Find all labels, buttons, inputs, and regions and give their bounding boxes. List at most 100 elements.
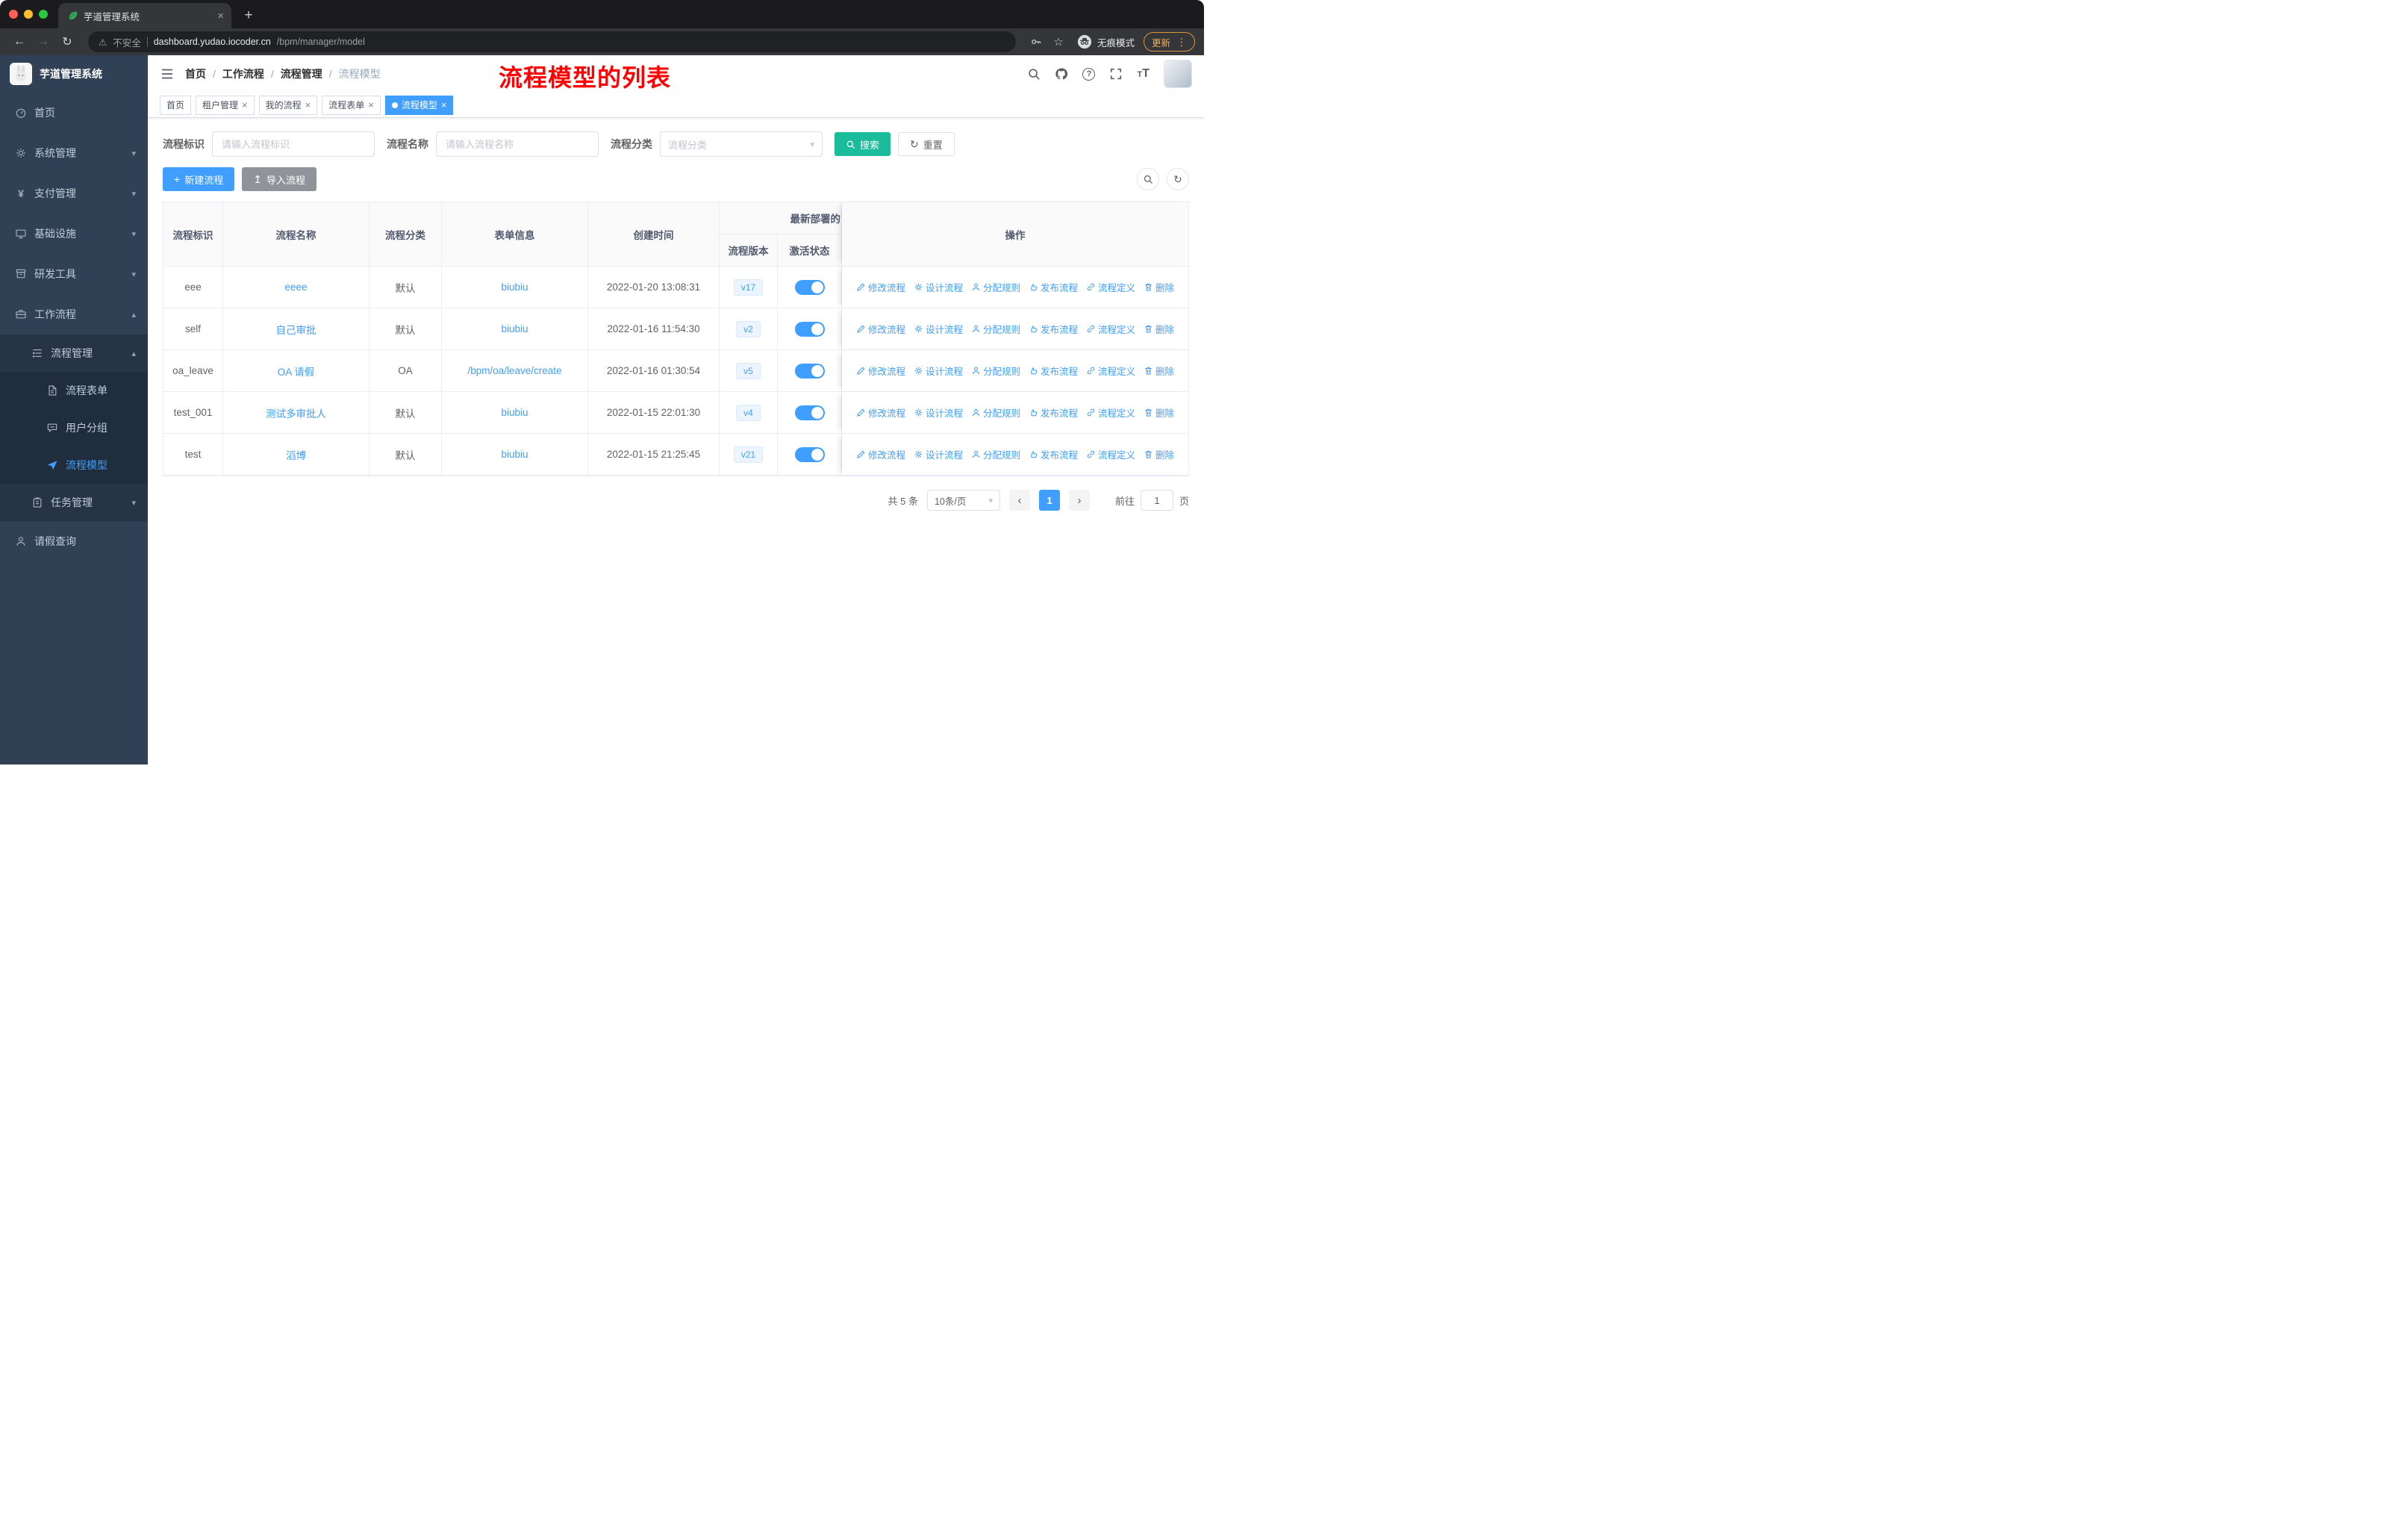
tag-process-model[interactable]: 流程模型 × — [384, 95, 454, 115]
active-status-toggle[interactable] — [794, 363, 825, 379]
flow-definition-link[interactable]: 流程定义 — [1086, 280, 1135, 294]
prev-page-button[interactable]: ‹ — [1008, 490, 1030, 511]
active-status-toggle[interactable] — [794, 321, 825, 337]
design-flow-link[interactable]: 设计流程 — [914, 405, 963, 420]
bookmark-star-icon[interactable]: ☆ — [1049, 35, 1068, 49]
sidebar-item-infra[interactable]: 基础设施 ▾ — [0, 214, 148, 254]
category-select[interactable]: 流程分类 ▾ — [660, 131, 823, 157]
assign-rule-link[interactable]: 分配规则 — [971, 364, 1020, 378]
assign-rule-link[interactable]: 分配规则 — [971, 447, 1020, 461]
design-flow-link[interactable]: 设计流程 — [914, 280, 963, 294]
app-logo[interactable]: 芋道管理系统 — [0, 55, 148, 93]
back-button[interactable]: ← — [9, 31, 30, 52]
browser-tab[interactable]: 芋道管理系统 × — [58, 3, 231, 28]
design-flow-link[interactable]: 设计流程 — [914, 364, 963, 378]
tag-process-form[interactable]: 流程表单 × — [322, 95, 381, 115]
cell-process-name-link[interactable]: 测试多审批人 — [223, 392, 369, 434]
delete-flow-link[interactable]: 删除 — [1144, 280, 1174, 294]
tag-home[interactable]: 首页 — [160, 95, 192, 115]
browser-menu-icon[interactable]: ⋮ — [1176, 36, 1187, 49]
window-close-button[interactable] — [9, 10, 18, 19]
design-flow-link[interactable]: 设计流程 — [914, 322, 963, 336]
page-size-select[interactable]: 10条/页 ▾ — [926, 490, 1000, 511]
active-status-toggle[interactable] — [794, 405, 825, 420]
sidebar-item-payment[interactable]: ¥ 支付管理 ▾ — [0, 173, 148, 214]
flow-definition-link[interactable]: 流程定义 — [1086, 364, 1135, 378]
tag-close-icon[interactable]: × — [242, 100, 248, 110]
assign-rule-link[interactable]: 分配规则 — [971, 322, 1020, 336]
sidebar-item-process-model[interactable]: 流程模型 — [0, 446, 148, 484]
process-name-input[interactable] — [436, 131, 599, 157]
flow-definition-link[interactable]: 流程定义 — [1086, 447, 1135, 461]
search-button[interactable]: 搜索 — [835, 132, 891, 156]
cell-form-link[interactable]: biubiu — [442, 392, 588, 434]
sidebar-item-process-form[interactable]: 流程表单 — [0, 372, 148, 409]
user-avatar[interactable] — [1164, 60, 1192, 88]
tag-tenant-mgmt[interactable]: 租户管理 × — [196, 95, 255, 115]
tag-my-process[interactable]: 我的流程 × — [258, 95, 318, 115]
password-key-icon[interactable] — [1026, 36, 1046, 48]
flow-definition-link[interactable]: 流程定义 — [1086, 405, 1135, 420]
browser-update-button[interactable]: 更新 ⋮ — [1143, 32, 1195, 52]
cell-process-name-link[interactable]: 滔博 — [223, 434, 369, 476]
font-size-icon[interactable]: TT — [1137, 67, 1150, 81]
tag-close-icon[interactable]: × — [441, 100, 447, 110]
create-flow-button[interactable]: + 新建流程 — [163, 167, 235, 191]
delete-flow-link[interactable]: 删除 — [1144, 405, 1174, 420]
delete-flow-link[interactable]: 删除 — [1144, 447, 1174, 461]
assign-rule-link[interactable]: 分配规则 — [971, 405, 1020, 420]
modify-flow-link[interactable]: 修改流程 — [856, 447, 905, 461]
publish-flow-link[interactable]: 发布流程 — [1029, 280, 1078, 294]
goto-page-input[interactable] — [1140, 490, 1173, 511]
cell-process-name-link[interactable]: 自己审批 — [223, 308, 369, 350]
modify-flow-link[interactable]: 修改流程 — [856, 280, 905, 294]
next-page-button[interactable]: › — [1068, 490, 1090, 511]
window-minimize-button[interactable] — [24, 10, 33, 19]
refresh-table-button[interactable]: ↻ — [1167, 168, 1189, 190]
publish-flow-link[interactable]: 发布流程 — [1029, 405, 1078, 420]
hamburger-icon[interactable] — [160, 66, 175, 81]
reload-button[interactable]: ↻ — [57, 31, 78, 52]
cell-process-name-link[interactable]: OA 请假 — [223, 350, 369, 392]
sidebar-item-system[interactable]: 系统管理 ▾ — [0, 133, 148, 173]
sidebar-item-leave-query[interactable]: 请假查询 — [0, 521, 148, 561]
active-status-toggle[interactable] — [794, 446, 825, 462]
sidebar-item-workflow[interactable]: 工作流程 ▴ — [0, 294, 148, 334]
breadcrumb-home[interactable]: 首页 — [185, 66, 206, 81]
design-flow-link[interactable]: 设计流程 — [914, 447, 963, 461]
publish-flow-link[interactable]: 发布流程 — [1029, 364, 1078, 378]
breadcrumb-process-mgmt[interactable]: 流程管理 — [281, 66, 322, 81]
sidebar-item-process-mgmt[interactable]: 流程管理 ▴ — [0, 334, 148, 372]
active-status-toggle[interactable] — [794, 279, 825, 295]
breadcrumb-workflow[interactable]: 工作流程 — [222, 66, 264, 81]
github-icon[interactable] — [1055, 67, 1068, 81]
sidebar-item-home[interactable]: 首页 — [0, 93, 148, 133]
tag-close-icon[interactable]: × — [305, 100, 311, 110]
fullscreen-icon[interactable] — [1109, 67, 1123, 81]
help-icon[interactable]: ? — [1082, 67, 1096, 81]
delete-flow-link[interactable]: 删除 — [1144, 364, 1174, 378]
cell-form-link[interactable]: /bpm/oa/leave/create — [442, 350, 588, 392]
publish-flow-link[interactable]: 发布流程 — [1029, 447, 1078, 461]
window-zoom-button[interactable] — [39, 10, 48, 19]
security-label[interactable]: 不安全 — [113, 35, 141, 49]
flow-definition-link[interactable]: 流程定义 — [1086, 322, 1135, 336]
cell-form-link[interactable]: biubiu — [442, 267, 588, 308]
delete-flow-link[interactable]: 删除 — [1144, 322, 1174, 336]
tab-close-icon[interactable]: × — [217, 10, 224, 22]
modify-flow-link[interactable]: 修改流程 — [856, 322, 905, 336]
toggle-search-button[interactable] — [1137, 168, 1159, 190]
tag-close-icon[interactable]: × — [368, 100, 374, 110]
new-tab-button[interactable]: + — [239, 7, 258, 24]
search-icon[interactable] — [1027, 67, 1041, 81]
import-flow-button[interactable]: ↥ 导入流程 — [242, 167, 316, 191]
forward-button[interactable]: → — [33, 31, 54, 52]
assign-rule-link[interactable]: 分配规则 — [971, 280, 1020, 294]
reset-button[interactable]: ↻ 重置 — [898, 132, 955, 156]
modify-flow-link[interactable]: 修改流程 — [856, 405, 905, 420]
cell-form-link[interactable]: biubiu — [442, 308, 588, 350]
process-key-input[interactable] — [212, 131, 375, 157]
page-number-1[interactable]: 1 — [1038, 490, 1060, 511]
cell-process-name-link[interactable]: eeee — [223, 267, 369, 308]
sidebar-item-dev-tools[interactable]: 研发工具 ▾ — [0, 254, 148, 294]
